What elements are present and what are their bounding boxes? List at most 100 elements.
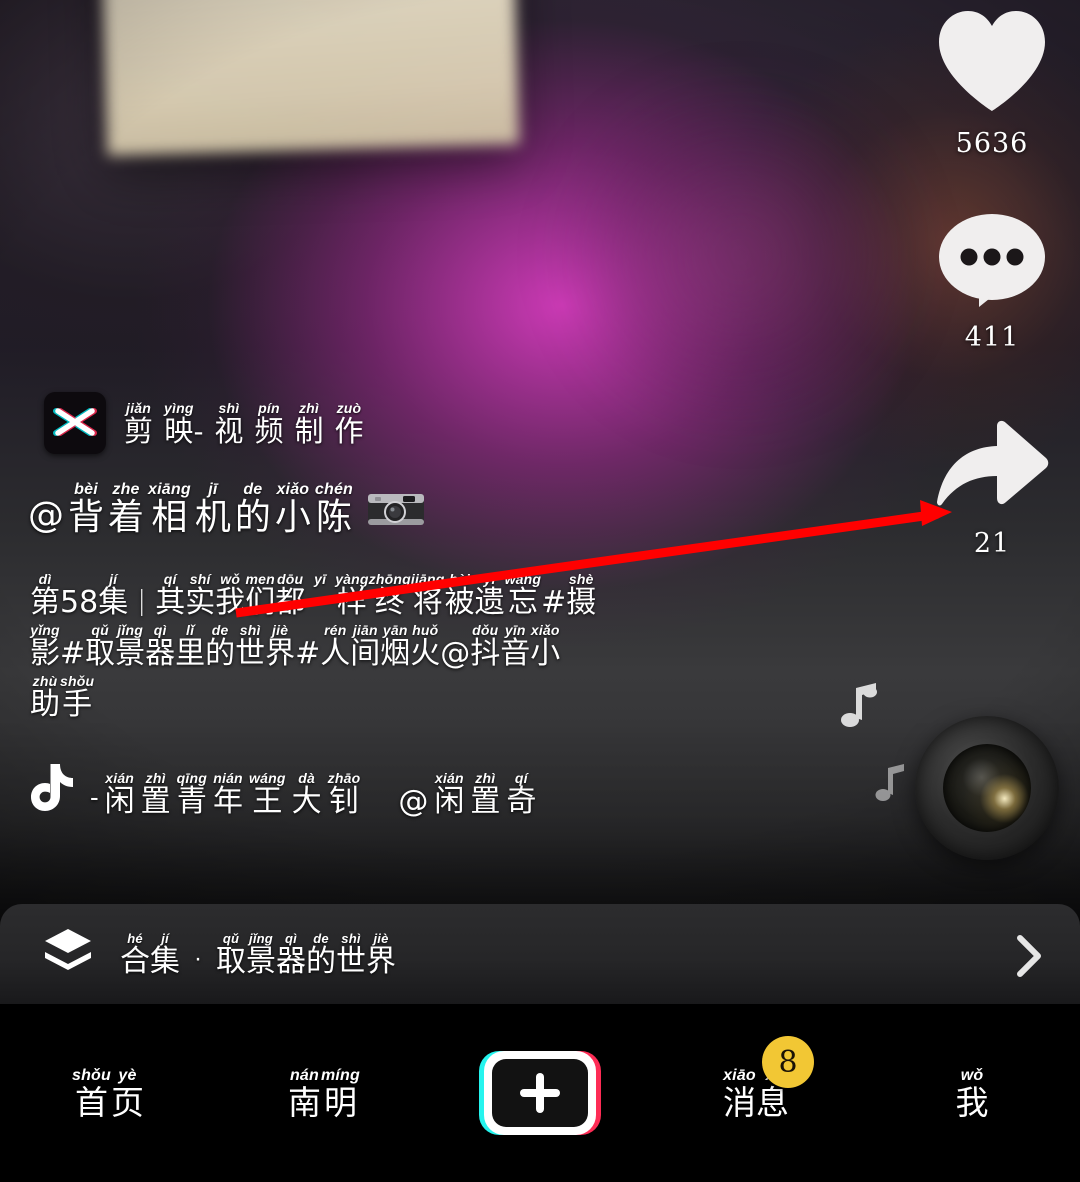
collection-dot: · [194, 944, 202, 972]
plus-icon[interactable] [479, 1051, 601, 1135]
create-button[interactable] [432, 1004, 648, 1182]
ruby-char: wǒ 我 [955, 1066, 989, 1122]
ruby-char: jiǎn 剪 [124, 399, 154, 448]
ruby-char: qǔ 取 [85, 622, 116, 671]
ruby-char: bèi 被 [444, 571, 475, 620]
ruby-char: yān 烟 [380, 622, 411, 671]
ruby-char: men 们 [245, 571, 276, 620]
chevron-right-icon[interactable] [1014, 934, 1044, 983]
ruby-char: jiè 界 [366, 930, 396, 979]
douyin-video-feed-screen: jiǎn 剪 yìng 映 - shì 视 pín 频 zhì 制 zuò 作 @ bèi 背… [0, 0, 1080, 1182]
ruby-char: zhì 置 [470, 770, 501, 819]
caption-separator: ｜ [128, 589, 156, 620]
nav-label: wǒ 我 [955, 1066, 989, 1122]
comment-bubble-icon[interactable] [937, 212, 1047, 313]
ruby-char: wáng 王 [249, 770, 286, 819]
ruby-char: xiāo 消 [723, 1066, 756, 1122]
ruby-char: xiāng 相 [148, 481, 191, 538]
ruby-char: qí 其 [155, 571, 186, 620]
ruby-char: xiǎo 小 [530, 622, 561, 671]
ruby-char: yàng 样 [335, 571, 369, 620]
ruby-char: xián 闲 [434, 770, 465, 819]
ruby-char: de 的 [205, 622, 236, 671]
heart-icon[interactable] [933, 8, 1051, 119]
collection-label: hé 合 jí 集 · qǔ 取 jǐng 景 qì 器 de 的 shì 世 jiè 界 [120, 932, 396, 977]
ruby-char: qīng 青 [176, 770, 208, 819]
ruby-char: dà 大 [291, 770, 322, 819]
ruby-char: shè 摄 [566, 571, 597, 620]
ruby-char: wǒ 我 [215, 571, 246, 620]
ruby-char: jī 机 [194, 481, 231, 538]
ruby-char: qǔ 取 [216, 930, 246, 979]
ruby-char: jiè 界 [265, 622, 296, 671]
capcut-logo-icon [44, 392, 106, 454]
comment-button[interactable]: 411 [904, 212, 1080, 353]
ruby-char: - [193, 413, 204, 448]
collection-bar[interactable]: hé 合 jí 集 · qǔ 取 jǐng 景 qì 器 de 的 shì 世 jiè 界 [0, 904, 1080, 1004]
share-count: 21 [973, 528, 1011, 559]
ruby-char: jiāng 将 [410, 571, 445, 620]
like-button[interactable]: 5636 [904, 8, 1080, 159]
ruby-char: yī 一 [305, 571, 336, 620]
music-separator: - [90, 782, 99, 812]
ruby-char: lǐ 里 [175, 622, 206, 671]
ruby-char: zhì 置 [140, 770, 171, 819]
ruby-char: de 的 [234, 481, 271, 538]
sidebar-item-messages[interactable]: xiāo消 xī息 8 [648, 1004, 864, 1182]
ruby-char: chén 陈 [314, 481, 354, 538]
ruby-char: shǒu 首 [71, 1066, 112, 1122]
music-disc-button[interactable] [841, 683, 1059, 860]
capcut-watermark-text: jiǎn 剪 yìng 映 - shì 视 pín 频 zhì 制 zuò 作 [124, 401, 363, 446]
sidebar-item-local[interactable]: nán 南 míng 明 [216, 1004, 432, 1182]
ruby-char: shì 世 [336, 930, 366, 979]
ruby-char: qì 器 [145, 622, 176, 671]
ruby-char: dǒu 抖 [470, 622, 501, 671]
ruby-char: nián 年 [213, 770, 244, 819]
ruby-char: huǒ 火 [410, 622, 441, 671]
author-handle[interactable]: @ bèi 背 zhe 着 xiāng 相 jī 机 de 的 xiǎo 小 chén 陈 [28, 482, 425, 536]
share-button[interactable]: 21 [904, 420, 1080, 559]
caption-line: dì 第 58 jí 集 ｜ qí 其 shí 实 wǒ 我 men 们 dōu 都 yī 一 … [30, 572, 830, 618]
caption-line: yǐng 影 # qǔ 取 jǐng 景 qì 器 lǐ 里 de 的 shì 世 jiè 界 … [30, 623, 830, 669]
ruby-char: míng 明 [320, 1066, 361, 1122]
ruby-char: zhe 着 [108, 481, 145, 538]
ruby-char: shì 视 [214, 399, 244, 448]
ruby-char: qí 奇 [506, 770, 537, 819]
album-cover-art [943, 744, 1031, 832]
video-caption[interactable]: dì 第 58 jí 集 ｜ qí 其 shí 实 wǒ 我 men 们 dōu 都 yī 一 … [30, 572, 830, 725]
ruby-char: hé 合 [120, 930, 150, 979]
nav-label: shǒu 首 yè 页 [71, 1066, 145, 1122]
ruby-char: nán 南 [287, 1066, 321, 1122]
ruby-char: xián 闲 [104, 770, 135, 819]
ruby-char: zhāo 钊 [327, 770, 361, 819]
camera-emoji [367, 487, 425, 534]
ruby-char: yǐng 影 [30, 622, 60, 671]
ruby-char: jí 集 [150, 930, 180, 979]
tiktok-note-icon [30, 762, 76, 817]
capcut-watermark: jiǎn 剪 yìng 映 - shì 视 pín 频 zhì 制 zuò 作 [44, 392, 363, 454]
hashtag-symbol[interactable]: # [295, 639, 320, 669]
caption-number: 58 [60, 585, 99, 620]
ruby-char: yè 页 [111, 1066, 145, 1122]
layers-icon [42, 926, 94, 983]
ruby-char: rén 人 [320, 622, 351, 671]
ruby-char: shí 实 [185, 571, 216, 620]
music-note-icon [875, 762, 909, 807]
ruby-char: yìng 映 [164, 399, 194, 448]
ruby-char: zhù 助 [30, 673, 60, 722]
ruby-char: dì 第 [30, 571, 60, 620]
at-symbol[interactable]: @ [440, 639, 470, 669]
sidebar-item-profile[interactable]: wǒ 我 [864, 1004, 1080, 1182]
music-info-row[interactable]: - xián 闲 zhì 置 qīng 青 nián 年 wáng 王 dà 大 zhāo 钊… [30, 762, 536, 817]
ruby-char: zuò 作 [334, 399, 364, 448]
hashtag-symbol[interactable]: # [541, 588, 566, 618]
hashtag-symbol[interactable]: # [60, 639, 85, 669]
ruby-char: jǐng 景 [246, 930, 276, 979]
share-arrow-icon[interactable] [934, 420, 1050, 519]
ruby-char: zhōng 终 [368, 571, 411, 620]
sidebar-item-home[interactable]: shǒu 首 yè 页 [0, 1004, 216, 1182]
music-note-icon [840, 680, 882, 735]
ruby-char: qì 器 [276, 930, 306, 979]
ruby-char: xiǎo 小 [274, 481, 311, 538]
ruby-char: bèi 背 [68, 481, 105, 538]
